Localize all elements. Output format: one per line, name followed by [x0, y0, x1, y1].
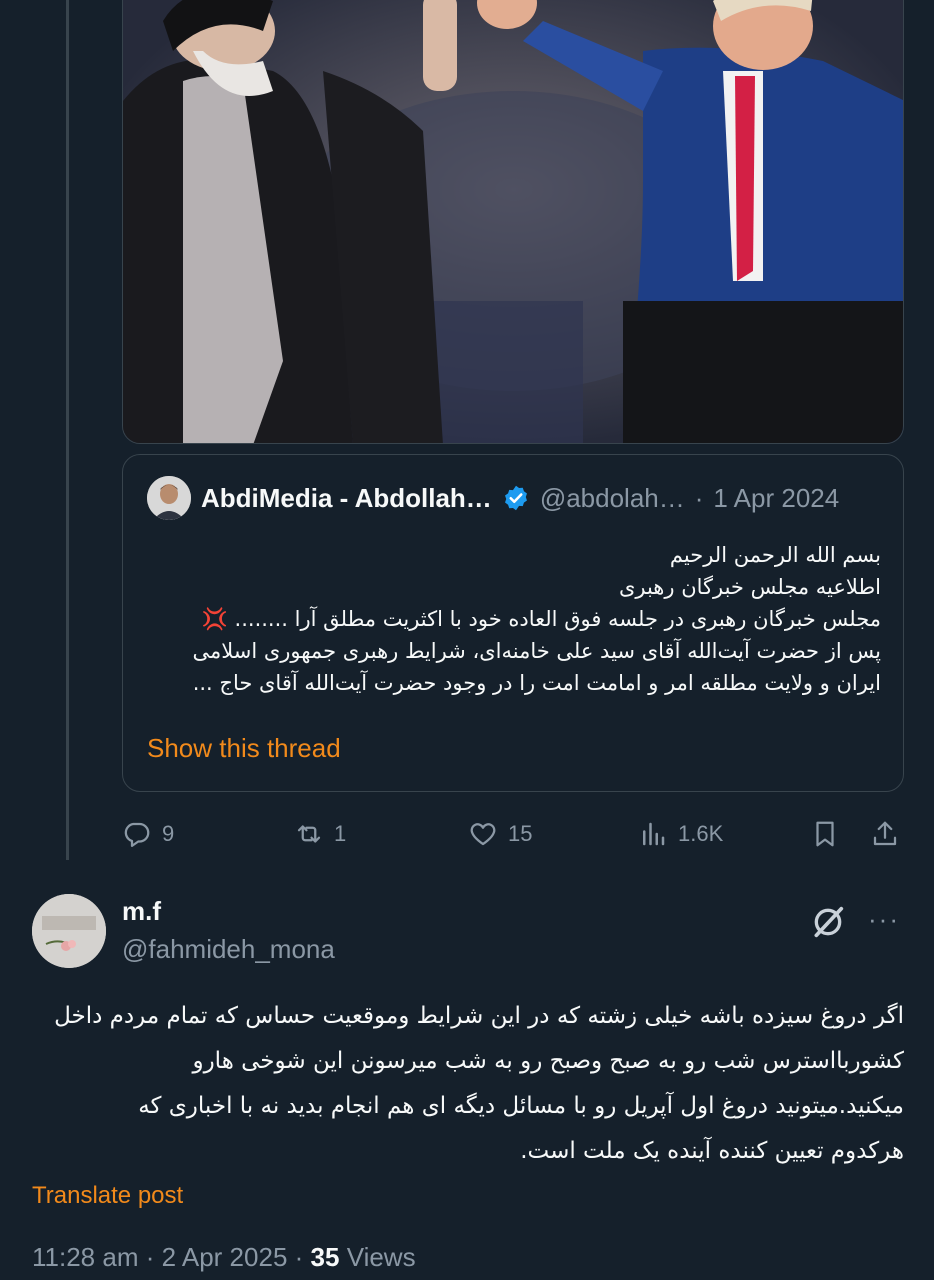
view-count: 1.6K [678, 821, 724, 846]
views-button[interactable]: 1.6K [638, 812, 723, 856]
reply-text: اگر دروغ سیزده باشه خیلی زشته که در این … [30, 994, 904, 1174]
avatar-photo [32, 894, 106, 968]
more-options-icon[interactable]: ··· [868, 904, 908, 936]
quoted-text-line: بسم الله الرحمن الرحیم [669, 543, 881, 567]
bookmark-icon [816, 821, 834, 847]
translate-post-link[interactable]: Translate post [32, 1182, 183, 1210]
quoted-text-line: اطلاعیه مجلس خبرگان رهبری [618, 575, 881, 599]
grok-icon[interactable] [808, 902, 848, 942]
reply-author-handle[interactable]: @fahmideh_mona [122, 934, 335, 965]
avatar-photo [147, 476, 191, 520]
anger-emoji: 💢 [201, 607, 228, 631]
heart-icon [470, 823, 496, 846]
reply-text-line: هرکدوم تعیین کننده آینده یک ملت است. [520, 1138, 904, 1164]
tweet-action-bar: 9 1 15 1.6K [122, 812, 904, 856]
separator-dot: · [694, 482, 704, 513]
reply-author-avatar[interactable] [32, 894, 106, 968]
separator-dot: · [145, 1242, 155, 1272]
reply-text-line: میکنید.میتونید دروغ اول آپریل رو با مسائ… [138, 1093, 904, 1119]
share-button[interactable] [870, 812, 900, 856]
quoted-author-name[interactable]: AbdiMedia - Abdollah… [201, 483, 492, 514]
reply-text-line: کشوربااسترس شب رو به صبح وصبح رو به شب م… [192, 1048, 904, 1074]
bookmark-button[interactable] [810, 812, 840, 856]
quoted-tweet-date[interactable]: 1 Apr 2024 [713, 483, 839, 514]
quoted-tweet-card[interactable]: AbdiMedia - Abdollah… @abdolah… · 1 Apr … [122, 454, 904, 792]
tweet-media-image[interactable] [122, 0, 904, 444]
quoted-tweet-header: AbdiMedia - Abdollah… @abdolah… · 1 Apr … [147, 475, 883, 521]
quoted-author-avatar[interactable] [147, 476, 191, 520]
show-thread-link[interactable]: Show this thread [147, 733, 341, 764]
quoted-text-line: مجلس خبرگان رهبری در جلسه فوق العاده خود… [147, 603, 881, 635]
post-time[interactable]: 11:28 am [32, 1242, 138, 1272]
repost-count: 1 [334, 821, 347, 846]
reply-count: 9 [162, 821, 175, 846]
reply-button[interactable]: 9 [122, 812, 174, 856]
reply-text-line: اگر دروغ سیزده باشه خیلی زشته که در این … [54, 1003, 904, 1029]
quoted-text-line: ایران و ولایت مطلقه امر و امامت امت را د… [192, 671, 881, 695]
reply-icon [124, 822, 150, 847]
separator-dot: · [294, 1242, 304, 1272]
quoted-tweet-text: بسم الله الرحمن الرحیم اطلاعیه مجلس خبرگ… [147, 539, 881, 699]
repost-icon [297, 825, 321, 843]
views-count: 35 [310, 1242, 340, 1272]
quoted-text-segment: مجلس خبرگان رهبری در جلسه فوق العاده خود… [234, 607, 881, 631]
views-label: Views [346, 1242, 416, 1272]
like-button[interactable]: 15 [468, 812, 532, 856]
quoted-text-line: پس از حضرت آیت‌الله آقای سید علی خامنه‌ا… [192, 639, 881, 663]
post-date[interactable]: 2 Apr 2025 [162, 1242, 288, 1272]
analytics-icon [643, 822, 665, 846]
thread-connector-line [66, 0, 69, 860]
like-count: 15 [508, 821, 533, 846]
media-illustration [123, 0, 903, 443]
repost-button[interactable]: 1 [294, 812, 346, 856]
verified-badge-icon [504, 485, 527, 511]
share-icon [873, 821, 897, 846]
post-meta: 11:28 am · 2 Apr 2025 · 35 Views [32, 1242, 416, 1273]
quoted-author-handle[interactable]: @abdolah… [540, 483, 685, 514]
reply-author-name[interactable]: m.f [122, 896, 161, 927]
